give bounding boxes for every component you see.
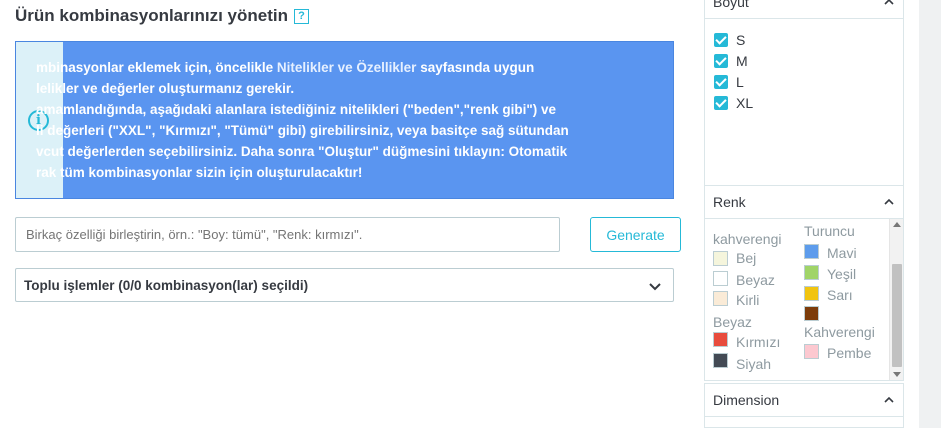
scroll-thumb[interactable] (892, 264, 902, 367)
color-label: Kirli (736, 292, 760, 308)
size-label: L (736, 74, 744, 90)
panel-header-boyut[interactable]: Boyut (704, 0, 904, 19)
color-swatch-pembe[interactable] (804, 344, 819, 359)
color-label: Yeşil (827, 266, 857, 282)
checkbox-checked-icon[interactable] (714, 96, 728, 110)
panel-header-dimension[interactable]: Dimension (704, 383, 904, 417)
bulk-actions-label: Toplu işlemler (0/0 kombinasyon(lar) seç… (24, 278, 309, 293)
info-line-6: rak tüm kombinasyonlar sizin için oluştu… (36, 165, 363, 180)
size-option-s[interactable]: S (714, 31, 745, 49)
color-label: Sarı (827, 287, 853, 303)
chevron-up-icon (884, 0, 894, 5)
size-option-l[interactable]: L (714, 73, 744, 91)
color-label: Mavi (827, 245, 857, 261)
generate-button[interactable]: Generate (590, 217, 681, 252)
color-swatch-yesil[interactable] (804, 265, 819, 280)
page-title-text: Ürün kombinasyonlarınızı yönetin (15, 6, 288, 25)
page-scroll-gutter (919, 0, 941, 428)
scroll-down-icon[interactable] (893, 372, 901, 377)
chevron-up-icon (884, 396, 894, 403)
color-swatch-beyaz[interactable] (713, 271, 728, 286)
size-option-xl[interactable]: XL (714, 94, 753, 112)
color-swatch-kirli[interactable] (713, 291, 728, 306)
color-group-label: Turuncu (804, 223, 855, 239)
color-swatch-mavi[interactable] (804, 244, 819, 259)
color-swatch-kirmizi[interactable] (713, 332, 728, 347)
info-line-2: lelikler ve değerler oluşturmanız gereki… (36, 81, 295, 96)
color-group-label: Kahverengi (804, 324, 875, 340)
color-list-scrollbar[interactable] (889, 219, 903, 380)
color-swatch-siyah[interactable] (713, 353, 728, 368)
info-line-1-a: mbinasyonlar eklemek için, öncelikle (36, 60, 277, 75)
checkbox-checked-icon[interactable] (714, 75, 728, 89)
color-swatch-kahverengi[interactable] (804, 306, 819, 321)
color-swatch-bej[interactable] (713, 251, 728, 266)
help-icon[interactable]: ? (293, 8, 309, 24)
info-alert: i mbinasyonlar eklemek için, öncelikle N… (15, 41, 674, 199)
size-label: M (736, 53, 748, 69)
color-label: Kırmızı (736, 334, 781, 350)
color-label: Siyah (736, 356, 772, 372)
panel-title-dimension: Dimension (713, 392, 780, 408)
chevron-up-icon (884, 198, 894, 205)
panel-header-renk[interactable]: Renk (704, 185, 904, 219)
size-option-m[interactable]: M (714, 52, 748, 70)
info-line-1: mbinasyonlar eklemek için, öncelikle Nit… (36, 57, 673, 78)
panel-body-boyut: S M L XL (704, 19, 904, 186)
page-title: Ürün kombinasyonlarınızı yönetin ? (15, 6, 309, 26)
color-label: Bej (736, 250, 757, 266)
panel-title-renk: Renk (713, 194, 746, 210)
checkbox-checked-icon[interactable] (714, 54, 728, 68)
panel-title-boyut: Boyut (713, 0, 749, 10)
color-list: kahverengi Bej Beyaz Kirli Beyaz Kırmızı… (705, 219, 890, 380)
info-line-5: vcut değerlerden seçebilirsiniz. Daha so… (36, 144, 568, 159)
color-group-label: kahverengi (713, 231, 782, 247)
info-line-3: amamlandığında, aşağıdaki alanlara isted… (36, 102, 557, 117)
attributes-features-link[interactable]: Nitelikler ve Özellikler (277, 60, 417, 75)
attributes-sidebar: Boyut S M L XL Renk kahverengi Bej Beyaz… (704, 0, 904, 428)
size-label: XL (736, 95, 754, 111)
color-group-label: Beyaz (713, 314, 752, 330)
info-line-1-b: sayfasında uygun (416, 60, 535, 75)
color-swatch-sari[interactable] (804, 286, 819, 301)
info-line-4: li değerleri ("XXL", "Kırmızı", "Tümü" g… (36, 123, 569, 138)
color-label: Beyaz (736, 272, 775, 288)
scroll-up-icon[interactable] (893, 222, 901, 227)
color-label: Pembe (827, 345, 872, 361)
panel-body-dimension (704, 417, 904, 428)
size-label: S (736, 32, 746, 48)
panel-body-renk: kahverengi Bej Beyaz Kirli Beyaz Kırmızı… (704, 219, 904, 381)
chevron-down-icon (649, 283, 661, 291)
bulk-actions-toggle[interactable]: Toplu işlemler (0/0 kombinasyon(lar) seç… (15, 268, 674, 302)
combination-input[interactable] (15, 217, 560, 252)
info-alert-text: mbinasyonlar eklemek için, öncelikle Nit… (36, 57, 673, 183)
checkbox-checked-icon[interactable] (714, 33, 728, 47)
